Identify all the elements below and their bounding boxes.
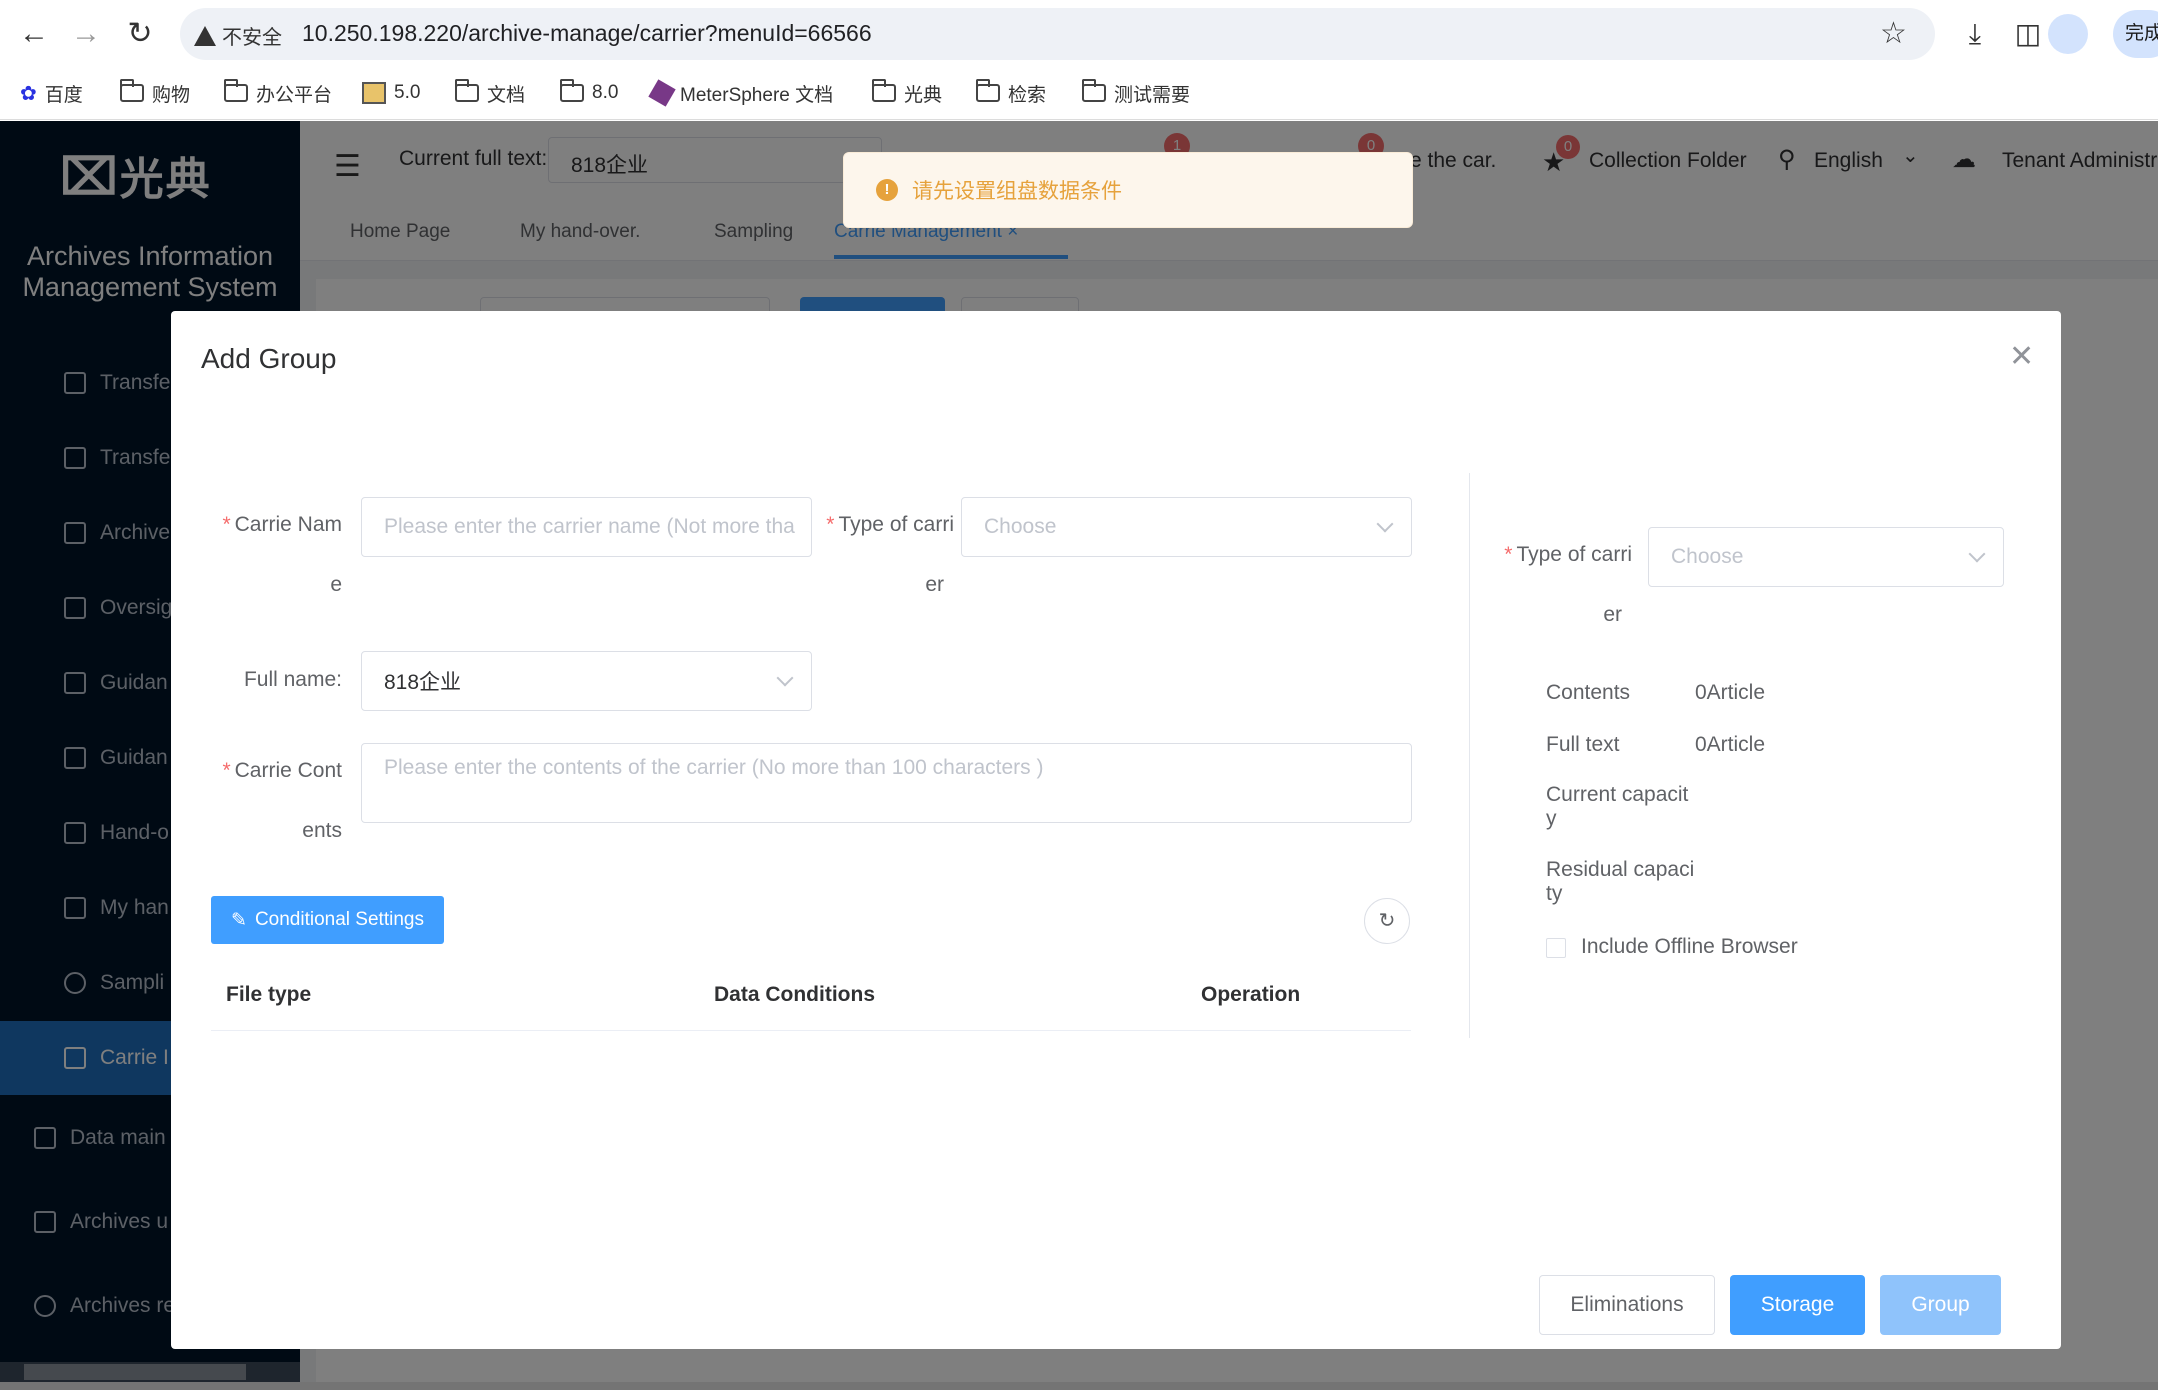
- column-file-type: File type: [226, 983, 312, 1006]
- bookmark-metersphere[interactable]: MeterSphere 文档: [648, 78, 833, 108]
- carrier-type-label-wrap: er: [925, 573, 944, 596]
- carrier-name-input[interactable]: Please enter the carrier name (Not more …: [361, 497, 812, 557]
- side-panel-icon[interactable]: ◫: [2008, 14, 2048, 54]
- warning-toast: ! 请先设置组盘数据条件: [843, 152, 1413, 228]
- reload-icon[interactable]: ↻: [120, 14, 160, 54]
- browser-toolbar: ← → ↻ 不安全 10.250.198.220/archive-manage/…: [0, 0, 2158, 68]
- bookmark-star-icon[interactable]: ☆: [1880, 16, 1907, 51]
- carrier-type-label: * Type of carri: [826, 513, 954, 536]
- warning-icon: !: [876, 179, 898, 201]
- bookmark-office[interactable]: 办公平台: [224, 78, 332, 108]
- full-name-select[interactable]: 818企业: [361, 651, 812, 711]
- bookmark-5-0[interactable]: 5.0: [362, 78, 420, 108]
- folder-icon: [455, 79, 479, 102]
- add-group-dialog: Add Group ✕ * Carrie Nam e Please enter t…: [171, 311, 2061, 1349]
- conditional-settings-button[interactable]: ✎ Conditional Settings: [211, 896, 444, 944]
- security-warning[interactable]: 不安全: [194, 21, 282, 50]
- folder-icon: [872, 79, 896, 102]
- full-text-value: 0Article: [1695, 733, 1766, 756]
- include-offline-label[interactable]: Include Offline Browser: [1581, 935, 1798, 959]
- group-button[interactable]: Group: [1880, 1275, 2001, 1335]
- bookmark-8-0[interactable]: 8.0: [560, 78, 618, 108]
- folder-icon: [120, 79, 144, 102]
- folder-icon: [560, 79, 584, 102]
- bookmark-baidu[interactable]: ✿ 百度: [20, 78, 83, 108]
- close-icon[interactable]: ✕: [2009, 339, 2034, 374]
- folder-icon: [224, 79, 248, 102]
- chevron-down-icon: [1968, 545, 1986, 563]
- include-offline-checkbox[interactable]: [1546, 938, 1566, 958]
- right-carrier-type-label: * Type of carri: [1504, 543, 1632, 566]
- bookmarks-bar: ✿ 百度 购物 办公平台 5.0 文档 8.0 MeterSphere 文档 光典…: [0, 68, 2158, 120]
- profile-avatar-icon[interactable]: [2048, 14, 2088, 54]
- url-text[interactable]: 10.250.198.220/archive-manage/carrier?me…: [302, 20, 872, 47]
- address-bar[interactable]: 不安全 10.250.198.220/archive-manage/carrie…: [180, 8, 1935, 60]
- contents-label: Contents: [1546, 681, 1631, 704]
- bookmark-search[interactable]: 检索: [976, 78, 1046, 108]
- bookmark-shopping[interactable]: 购物: [120, 78, 190, 108]
- back-icon[interactable]: ←: [14, 14, 54, 54]
- right-carrier-type-select[interactable]: Choose: [1648, 527, 2004, 587]
- carrier-name-label: * Carrie Nam: [222, 513, 342, 536]
- contents-value: 0Article: [1695, 681, 1766, 704]
- column-operation: Operation: [1201, 983, 1301, 1006]
- download-icon[interactable]: ⤓: [1955, 14, 1995, 54]
- column-data-conditions: Data Conditions: [714, 983, 875, 1006]
- baidu-icon: ✿: [20, 82, 37, 105]
- edit-icon: ✎: [231, 909, 247, 931]
- carrier-contents-label: * Carrie Cont: [222, 759, 342, 782]
- carrier-name-label-wrap: e: [330, 573, 342, 596]
- table-header-divider: [211, 1030, 1411, 1031]
- bookmark-test-needs[interactable]: 测试需要: [1082, 78, 1190, 108]
- storage-button[interactable]: Storage: [1730, 1275, 1865, 1335]
- chevron-down-icon: [1376, 515, 1394, 533]
- folder-icon: [1082, 79, 1106, 102]
- refresh-icon[interactable]: ↻: [1364, 898, 1410, 944]
- vertical-divider: [1469, 473, 1470, 1038]
- carrier-contents-label-wrap: ents: [302, 819, 342, 842]
- current-capacity-label: Current capacit y: [1546, 783, 1689, 830]
- bookmark-guangdian[interactable]: 光典: [872, 78, 942, 108]
- residual-capacity-label: Residual capaci ty: [1546, 858, 1695, 905]
- chevron-down-icon: [776, 669, 794, 687]
- carrier-contents-textarea[interactable]: Please enter the contents of the carrier…: [361, 743, 1412, 823]
- dialog-title: Add Group: [201, 343, 337, 374]
- eliminations-button[interactable]: Eliminations: [1539, 1275, 1715, 1335]
- folder-icon: [976, 79, 1000, 102]
- profile-button[interactable]: 完成: [2113, 10, 2158, 58]
- warning-icon: [194, 25, 216, 46]
- forward-icon[interactable]: →: [66, 14, 106, 54]
- full-text-label: Full text: [1546, 733, 1620, 756]
- bookmark-docs[interactable]: 文档: [455, 78, 525, 108]
- full-name-label: Full name:: [243, 668, 342, 691]
- right-carrier-type-label-wrap: er: [1603, 603, 1622, 626]
- carrier-type-select[interactable]: Choose: [961, 497, 1412, 557]
- image-icon: [362, 82, 386, 104]
- metersphere-icon: [648, 79, 676, 107]
